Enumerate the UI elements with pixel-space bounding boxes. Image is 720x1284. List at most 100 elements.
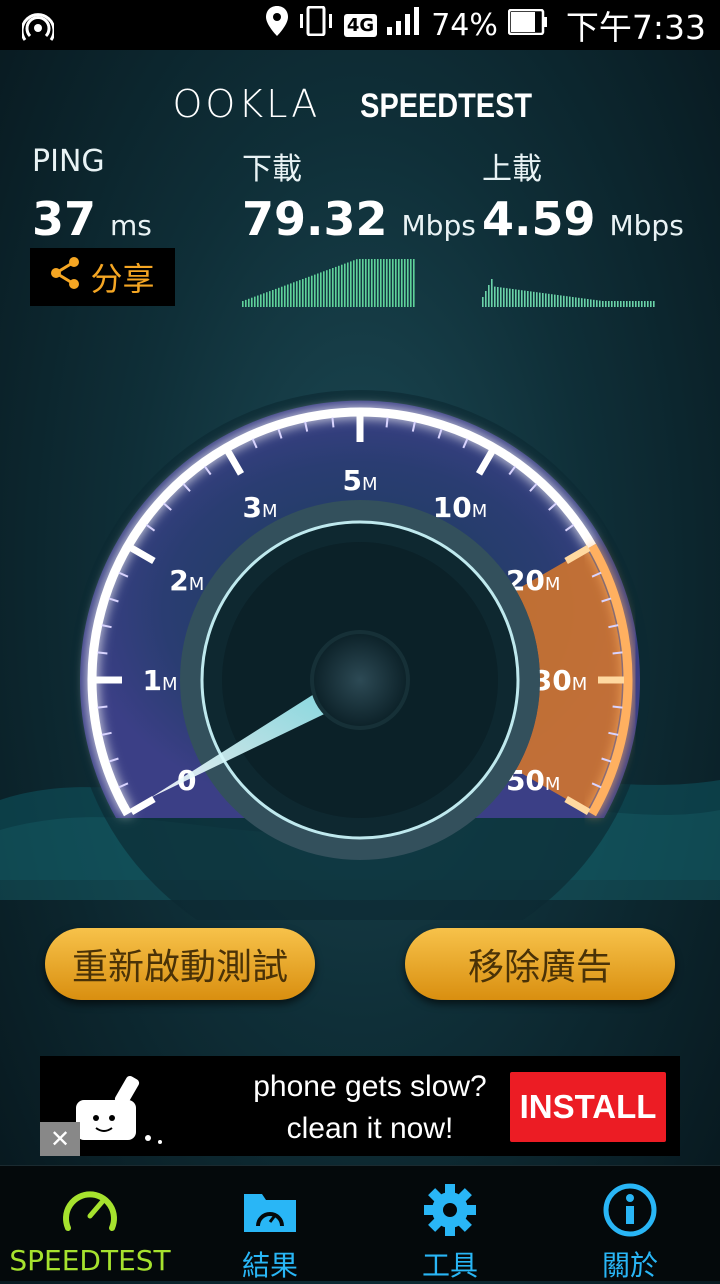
graph-bar	[323, 271, 325, 307]
graph-bar	[491, 279, 493, 307]
graph-bar	[380, 259, 382, 307]
graph-bar	[371, 259, 373, 307]
graph-bar	[299, 280, 301, 307]
nav-item-about[interactable]: 關於	[540, 1166, 720, 1282]
graph-bar	[629, 301, 631, 307]
graph-bar	[575, 297, 577, 307]
graph-bar	[395, 259, 397, 307]
remove-ads-button[interactable]: 移除廣告	[405, 928, 675, 1000]
graph-bar	[398, 259, 400, 307]
graph-bar	[647, 301, 649, 307]
graph-bar	[386, 259, 388, 307]
graph-bar	[608, 301, 610, 307]
graph-bar	[392, 259, 394, 307]
nav-item-tools[interactable]: 工具	[360, 1166, 540, 1282]
ookla-logo-text: OOKLA	[172, 82, 321, 126]
graph-bar	[527, 291, 529, 307]
upload-unit: Mbps	[609, 209, 684, 242]
graph-bar	[584, 298, 586, 307]
ad-line-1: phone gets slow?	[253, 1070, 487, 1103]
graph-bar	[356, 259, 358, 307]
graph-bar	[635, 301, 637, 307]
graph-bar	[404, 259, 406, 307]
graph-bar	[623, 301, 625, 307]
graph-bar	[500, 287, 502, 307]
ad-close-button[interactable]: ✕	[40, 1122, 80, 1156]
share-button[interactable]: 分享	[30, 248, 175, 306]
graph-bar	[401, 259, 403, 307]
speedtest-logo-text: SPEEDTEST	[360, 87, 533, 125]
graph-bar	[563, 295, 565, 307]
graph-bar	[281, 286, 283, 307]
gauge-minor-tick	[97, 651, 108, 655]
graph-bar	[374, 259, 376, 307]
graph-bar	[368, 259, 370, 307]
nav-item-speedtest[interactable]: SPEEDTEST	[0, 1166, 180, 1281]
vibrate-icon	[298, 5, 334, 44]
ad-install-button[interactable]: INSTALL	[510, 1072, 666, 1142]
graph-bar	[335, 266, 337, 307]
graph-bar	[596, 300, 598, 307]
graph-bar	[494, 286, 496, 307]
nav-item-results[interactable]: 結果	[180, 1166, 360, 1282]
ad-banner[interactable]: phone gets slow? clean it now! INSTALL ✕	[40, 1056, 680, 1156]
graph-bar	[389, 259, 391, 307]
graph-bar	[287, 284, 289, 307]
ad-line-2: clean it now!	[286, 1112, 454, 1145]
graph-bar	[599, 300, 601, 307]
graph-bar	[581, 298, 583, 307]
graph-bar	[254, 296, 256, 307]
gauge-minor-tick	[97, 705, 108, 709]
graph-bar	[314, 274, 316, 307]
graph-bar	[332, 268, 334, 307]
graph-bar	[542, 293, 544, 307]
graph-bar	[626, 301, 628, 307]
graph-bar	[566, 296, 568, 307]
gear-icon	[420, 1182, 480, 1242]
graph-bar	[653, 301, 655, 307]
ping-value: 37	[32, 192, 97, 246]
graph-bar	[362, 259, 364, 307]
graph-bar	[278, 287, 280, 307]
upload-speed-graph	[482, 279, 655, 307]
bottom-navigation: SPEEDTEST 結果 工具 關於	[0, 1165, 720, 1282]
nav-label-about: 關於	[601, 1249, 658, 1282]
graph-bar	[338, 265, 340, 307]
restart-test-button[interactable]: 重新啟動測試	[45, 928, 315, 1000]
gauge-minor-tick	[385, 417, 389, 428]
graph-bar	[632, 301, 634, 307]
graph-bar	[557, 295, 559, 307]
graph-bar	[305, 277, 307, 307]
graph-bar	[536, 292, 538, 307]
cleaner-mascot-icon	[68, 1070, 178, 1154]
graph-bar	[302, 279, 304, 307]
graph-bar	[497, 287, 499, 307]
graph-bar	[485, 291, 487, 307]
graph-bar	[521, 290, 523, 307]
graph-bar	[503, 287, 505, 307]
graph-bar	[365, 259, 367, 307]
nav-label-results: 結果	[241, 1249, 298, 1282]
graph-bar	[515, 289, 517, 307]
graph-bar	[488, 285, 490, 307]
gauge-hub	[310, 630, 410, 730]
graph-bar	[578, 297, 580, 307]
info-icon	[600, 1182, 660, 1242]
restart-test-label: 重新啟動測試	[71, 947, 288, 988]
graph-bar	[530, 291, 532, 307]
location-icon	[265, 6, 288, 44]
graph-bar	[308, 276, 310, 307]
graph-bar	[611, 301, 613, 307]
status-bar: 4G 74% 下午7:33	[0, 0, 720, 50]
graph-bar	[560, 295, 562, 307]
graph-bar	[482, 297, 484, 307]
graph-bar	[407, 259, 409, 307]
graph-bar	[641, 301, 643, 307]
graph-bar	[275, 288, 277, 307]
ping-value-group: 37 ms	[32, 192, 152, 246]
download-label: 下載	[242, 152, 302, 187]
graph-bar	[347, 262, 349, 307]
signal-icon	[387, 7, 421, 43]
app-logo: OOKLA SPEEDTEST	[0, 82, 720, 126]
graph-bar	[554, 294, 556, 307]
